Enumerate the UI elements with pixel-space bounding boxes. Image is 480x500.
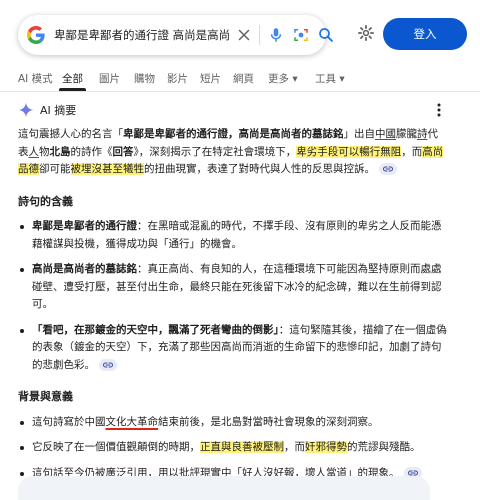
list-item: 高尚是高尚者的墓誌銘：真正高尚、有良知的人，在這種環境下可能因為堅持原則而處處碰… bbox=[18, 261, 448, 314]
item-text: 這句詩寫於中國 bbox=[32, 415, 106, 428]
list-item: 這句詩寫於中國文化大革命結束前後，是北島對當時社會現象的深刻洞察。 bbox=[18, 414, 448, 432]
intro-text: ，而 bbox=[401, 145, 423, 158]
cultural-revolution-underline: 文化大革命 bbox=[105, 415, 159, 428]
list-item: 卑鄙是卑鄙者的通行證：在黑暗或混亂的時代，不擇手段、沒有原則的卑劣之人反而能憑藉… bbox=[18, 218, 448, 253]
quote-bold: 卑鄙是卑鄙者的通行證，高尚是高尚者的墓誌銘 bbox=[123, 128, 344, 140]
link-icon bbox=[103, 362, 113, 367]
section-heading-meaning: 詩句的含義 bbox=[18, 194, 73, 208]
intro-text: 物 bbox=[39, 145, 50, 158]
search-divider bbox=[259, 25, 260, 45]
poem-bold: 回答 bbox=[112, 145, 134, 158]
lens-camera-icon[interactable] bbox=[292, 26, 310, 44]
settings-gear-icon[interactable] bbox=[357, 24, 375, 42]
tabs-divider bbox=[0, 91, 480, 92]
highlight-1: 卑劣手段可以暢行無阻 bbox=[296, 145, 402, 158]
highlight-4: 正直與良善被壓制 bbox=[200, 441, 284, 453]
list-item: 「看吧，在那鍍金的天空中，飄滿了死者彎曲的倒影」：這句緊隨其後，描繪了在一個虛偽… bbox=[18, 322, 448, 375]
tab-videos[interactable]: 影片 bbox=[167, 71, 188, 86]
ai-sparkle-icon bbox=[18, 102, 34, 118]
ai-overview-title: AI 摘要 bbox=[40, 104, 77, 117]
list-item: 它反映了在一個價值觀顛倒的時期，正直與良善被壓制，而奸邪得勢的荒謬與殘酷。 bbox=[18, 439, 448, 457]
link-china[interactable]: 中國 bbox=[375, 128, 396, 140]
tab-web[interactable]: 網頁 bbox=[233, 71, 254, 86]
item-text: 結束前後，是北島對當時社會現象的深刻洞察。 bbox=[158, 415, 379, 428]
intro-text: 朦朧 bbox=[396, 128, 417, 140]
item-text: 它反映了在一個價值觀顛倒的時期， bbox=[32, 441, 200, 453]
google-logo-icon bbox=[27, 26, 45, 44]
tab-more[interactable]: 更多 ▾ bbox=[268, 71, 298, 86]
search-icon[interactable] bbox=[317, 26, 335, 44]
beidao-bold: 北島 bbox=[49, 145, 71, 158]
highlight-5: 奸邪得勢 bbox=[305, 441, 347, 453]
background-list: 這句詩寫於中國文化大革命結束前後，是北島對當時社會現象的深刻洞察。 它反映了在一… bbox=[18, 414, 448, 483]
item-bold: 「看吧，在那鍍金的天空中，飄滿了死者彎曲的倒影」 bbox=[32, 323, 279, 336]
intro-text: 的詩作《 bbox=[70, 145, 113, 158]
link-icon bbox=[383, 166, 393, 172]
intro-text: 的扭曲現實，表達了對時代與人性的反思與控訴。 bbox=[144, 163, 375, 175]
intro-text: 》，深刻揭示了在特定社會環境下， bbox=[133, 145, 297, 158]
intro-text: 」出自 bbox=[343, 128, 376, 140]
link-person[interactable]: 人 bbox=[29, 146, 40, 158]
intro-text: 卻可能 bbox=[39, 163, 71, 175]
search-input[interactable]: 卑鄙是卑鄙者的通行證 高尚是高尚 bbox=[54, 27, 230, 43]
more-options-icon[interactable] bbox=[432, 102, 446, 118]
intro-paragraph: 這句震撼人心的名言「卑鄙是卑鄙者的通行證，高尚是高尚者的墓誌銘」出自中國朦朧詩代… bbox=[18, 126, 448, 179]
tab-images[interactable]: 圖片 bbox=[99, 71, 120, 86]
item-bold: 卑鄙是卑鄙者的通行證 bbox=[32, 220, 137, 232]
tab-all[interactable]: 全部 bbox=[62, 71, 83, 86]
source-link-chip[interactable] bbox=[379, 163, 397, 175]
section-heading-background: 背景與意義 bbox=[18, 390, 73, 403]
ai-overview-header: AI 摘要 bbox=[18, 101, 76, 119]
follow-up-card[interactable] bbox=[18, 476, 430, 500]
link-poet[interactable]: 詩 bbox=[417, 128, 428, 140]
meaning-list: 卑鄙是卑鄙者的通行證：在黑暗或混亂的時代，不擇手段、沒有原則的卑劣之人反而能憑藉… bbox=[18, 218, 448, 374]
item-text: 的荒謬與殘酷。 bbox=[347, 441, 421, 453]
tab-shopping[interactable]: 購物 bbox=[134, 71, 155, 86]
search-bar[interactable]: 卑鄙是卑鄙者的通行證 高尚是高尚 bbox=[18, 15, 333, 55]
tab-tools[interactable]: 工具 ▾ bbox=[315, 71, 345, 86]
login-button[interactable]: 登入 bbox=[383, 18, 467, 50]
intro-text: 這句震撼人心的名言「 bbox=[18, 128, 123, 140]
microphone-icon[interactable] bbox=[267, 26, 285, 44]
clear-icon[interactable] bbox=[235, 26, 253, 44]
item-bold: 高尚是高尚者的墓誌銘 bbox=[32, 263, 137, 275]
highlight-3: 被埋沒甚至犧牲 bbox=[70, 163, 144, 175]
tab-ai-mode[interactable]: AI 模式 bbox=[18, 71, 53, 86]
source-link-chip[interactable] bbox=[99, 358, 117, 371]
tab-shorts[interactable]: 短片 bbox=[200, 71, 221, 86]
ai-overview-content: 這句震撼人心的名言「卑鄙是卑鄙者的通行證，高尚是高尚者的墓誌銘」出自中國朦朧詩代… bbox=[18, 126, 448, 490]
item-text: ，而 bbox=[284, 441, 305, 453]
